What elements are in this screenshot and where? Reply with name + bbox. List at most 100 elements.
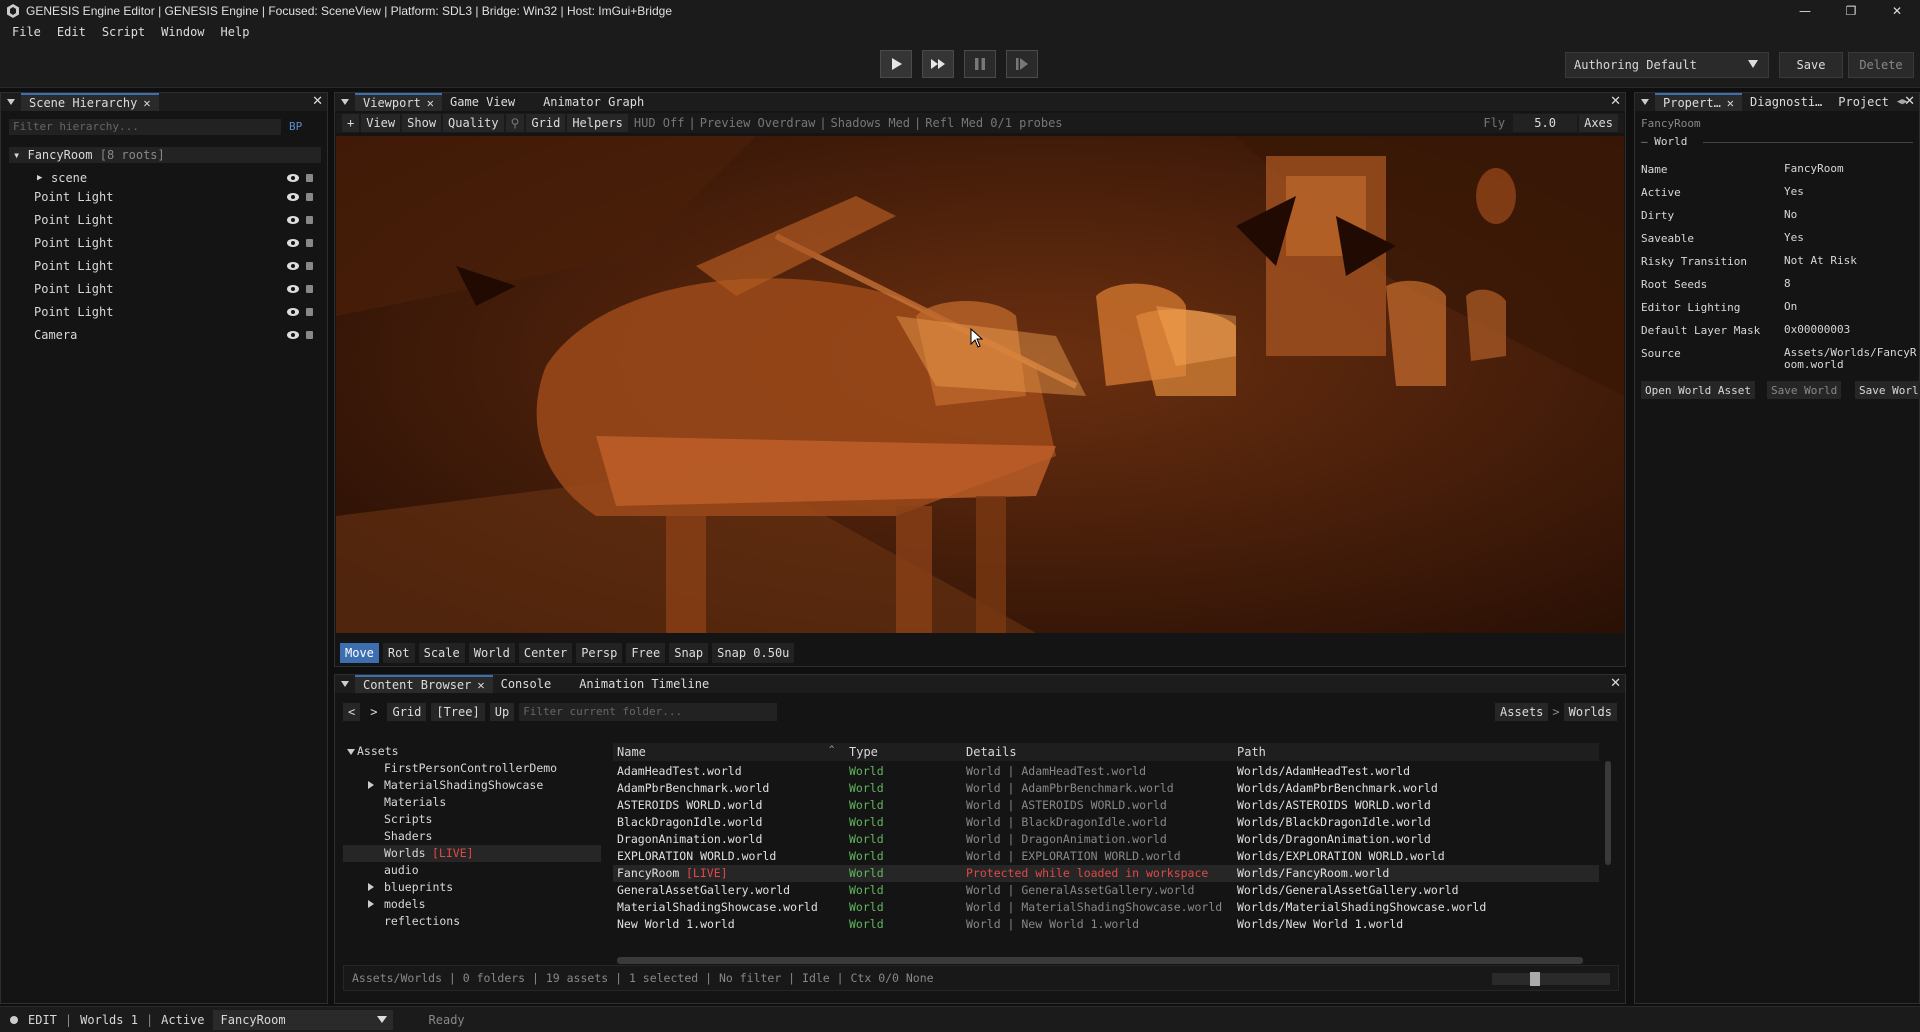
axes-button[interactable]: Axes: [1579, 114, 1618, 132]
panel-menu-icon[interactable]: [341, 681, 349, 687]
lock-icon[interactable]: [306, 285, 313, 293]
close-panel-icon[interactable]: ✕: [1610, 94, 1621, 109]
table-row[interactable]: New World 1.world World World | New World …: [613, 916, 1599, 933]
perspective-button[interactable]: Persp: [576, 643, 623, 663]
snap-toggle-button[interactable]: Snap: [669, 643, 709, 663]
step-button[interactable]: [1006, 50, 1038, 78]
expand-right-icon[interactable]: [368, 883, 374, 891]
menu-help[interactable]: Help: [221, 25, 250, 39]
fast-forward-button[interactable]: [922, 50, 954, 78]
grid-view-button[interactable]: Grid: [387, 703, 427, 721]
folder-tree-item[interactable]: Assets: [343, 743, 601, 760]
lock-icon[interactable]: [306, 331, 313, 339]
world-section-header[interactable]: — World: [1641, 135, 1915, 149]
expand-down-icon[interactable]: [347, 749, 355, 755]
close-panel-icon[interactable]: ✕: [1904, 94, 1915, 109]
back-button[interactable]: <: [343, 703, 361, 721]
visibility-eye-icon[interactable]: [287, 193, 299, 201]
delete-button[interactable]: Delete: [1848, 52, 1914, 78]
visibility-eye-icon[interactable]: [287, 262, 299, 270]
menu-script[interactable]: Script: [102, 25, 145, 39]
table-row[interactable]: FancyRoom World Protected while loaded in …: [613, 865, 1599, 882]
close-window-button[interactable]: ✕: [1874, 0, 1920, 22]
tab-viewport[interactable]: Viewport ✕: [355, 93, 443, 111]
slider-handle[interactable]: [1530, 972, 1540, 986]
menu-window[interactable]: Window: [161, 25, 204, 39]
table-row[interactable]: AdamHeadTest.world World World | AdamHeadT…: [613, 763, 1599, 780]
light-bulb-button[interactable]: ⚲: [505, 114, 525, 132]
panel-menu-icon[interactable]: [7, 99, 15, 105]
tab-animator-graph[interactable]: Animator Graph: [535, 93, 652, 111]
view-menu-button[interactable]: View: [361, 114, 401, 132]
table-row[interactable]: MaterialShadingShowcase.world World World …: [613, 899, 1599, 916]
tab-project[interactable]: Project: [1830, 93, 1897, 111]
thumbnail-size-slider[interactable]: [1492, 972, 1610, 986]
breadcrumb-worlds[interactable]: Worlds: [1563, 703, 1617, 721]
rotate-tool-button[interactable]: Rot: [382, 643, 415, 663]
folder-tree-item[interactable]: reflections: [343, 913, 601, 930]
tab-properties[interactable]: Propert… ✕: [1655, 93, 1743, 111]
menu-edit[interactable]: Edit: [57, 25, 86, 39]
tree-view-button[interactable]: [Tree]: [431, 703, 485, 721]
column-path[interactable]: Path: [1237, 745, 1266, 759]
play-button[interactable]: [880, 50, 912, 78]
helpers-menu-button[interactable]: Helpers: [567, 114, 628, 132]
panel-menu-icon[interactable]: [341, 99, 349, 105]
up-folder-button[interactable]: Up: [489, 703, 515, 721]
table-row[interactable]: AdamPbrBenchmark.world World World | AdamP…: [613, 780, 1599, 797]
hierarchy-item-point-light[interactable]: Point Light: [1, 278, 327, 300]
add-button[interactable]: +: [342, 114, 360, 132]
menu-file[interactable]: File: [12, 25, 41, 39]
breadcrumb-assets[interactable]: Assets: [1495, 703, 1549, 721]
lock-icon[interactable]: [306, 239, 313, 247]
column-type[interactable]: Type: [849, 745, 878, 759]
minimize-button[interactable]: —: [1782, 0, 1828, 22]
grid-menu-button[interactable]: Grid: [526, 114, 566, 132]
hierarchy-item-point-light[interactable]: Point Light: [1, 301, 327, 323]
lock-icon[interactable]: [306, 262, 313, 270]
layout-select[interactable]: Authoring Default: [1565, 52, 1769, 78]
show-menu-button[interactable]: Show: [402, 114, 442, 132]
save-world-button[interactable]: Save World: [1767, 381, 1842, 399]
visibility-eye-icon[interactable]: [287, 216, 299, 224]
panel-menu-icon[interactable]: [1641, 99, 1649, 105]
visibility-eye-icon[interactable]: [287, 239, 299, 247]
folder-tree-item[interactable]: MaterialShadingShowcase: [343, 777, 601, 794]
snap-size-button[interactable]: Snap 0.50u: [712, 643, 795, 663]
table-row[interactable]: DragonAnimation.world World World | Dragon…: [613, 831, 1599, 848]
folder-tree-item[interactable]: Materials: [343, 794, 601, 811]
save-button[interactable]: Save: [1779, 52, 1843, 78]
scene-render-view[interactable]: [336, 136, 1624, 633]
hierarchy-filter-input[interactable]: Filter hierarchy...: [9, 119, 281, 135]
folder-tree-item[interactable]: FirstPersonControllerDemo: [343, 760, 601, 777]
hierarchy-item-point-light[interactable]: Point Light: [1, 232, 327, 254]
visibility-eye-icon[interactable]: [287, 174, 299, 182]
tab-content-browser[interactable]: Content Browser ✕: [355, 675, 493, 693]
table-row[interactable]: BlackDragonIdle.world World World | BlackD…: [613, 814, 1599, 831]
folder-tree-item[interactable]: blueprints: [343, 879, 601, 896]
close-tab-icon[interactable]: ✕: [477, 678, 484, 692]
close-panel-icon[interactable]: ✕: [1610, 676, 1621, 691]
close-tab-icon[interactable]: ✕: [427, 96, 434, 110]
fly-speed-input[interactable]: 5.0: [1513, 114, 1578, 132]
table-row[interactable]: EXPLORATION WORLD.world World World | EXPL…: [613, 848, 1599, 865]
maximize-button[interactable]: ❐: [1828, 0, 1874, 22]
folder-filter-input[interactable]: Filter current folder...: [519, 703, 778, 721]
pause-button[interactable]: [964, 50, 996, 78]
folder-tree-item[interactable]: audio: [343, 862, 601, 879]
hierarchy-item-point-light[interactable]: Point Light: [1, 186, 327, 208]
hierarchy-item-camera[interactable]: Camera: [1, 324, 327, 346]
tab-game-view[interactable]: Game View: [442, 93, 523, 111]
hierarchy-item-point-light[interactable]: Point Light: [1, 255, 327, 277]
bp-toggle[interactable]: BP: [289, 119, 302, 135]
scale-tool-button[interactable]: Scale: [418, 643, 465, 663]
tab-console[interactable]: Console: [493, 675, 560, 693]
pivot-center-button[interactable]: Center: [518, 643, 573, 663]
lock-icon[interactable]: [306, 308, 313, 316]
active-world-select[interactable]: FancyRoom: [212, 1009, 393, 1030]
tab-animation-timeline[interactable]: Animation Timeline: [571, 675, 717, 693]
folder-tree-item[interactable]: Shaders: [343, 828, 601, 845]
visibility-eye-icon[interactable]: [287, 308, 299, 316]
table-row[interactable]: ASTEROIDS WORLD.world World World | ASTERO…: [613, 797, 1599, 814]
save-world-as-button[interactable]: Save Worl: [1855, 381, 1920, 399]
